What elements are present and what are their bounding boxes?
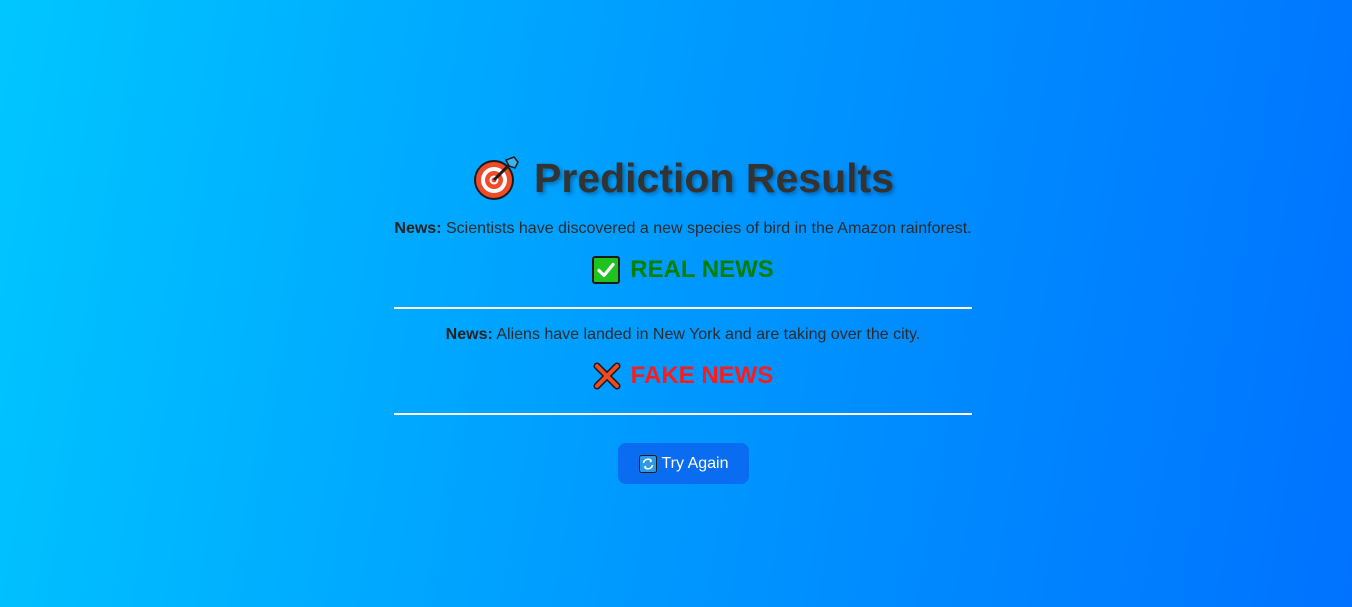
result-item: News: Aliens have landed in New York and… (394, 325, 972, 415)
divider (394, 307, 972, 309)
news-text: Aliens have landed in New York and are t… (492, 326, 921, 343)
cross-mark-icon (593, 362, 621, 390)
actions: Try Again (394, 443, 972, 484)
verdict-real: REAL NEWS (394, 255, 972, 285)
news-text: Scientists have discovered a new species… (441, 220, 972, 237)
verdict-label: REAL NEWS (630, 256, 774, 283)
news-label: News: (394, 220, 442, 237)
news-line: News: Aliens have landed in New York and… (394, 325, 972, 345)
result-item: News: Scientists have discovered a new s… (394, 219, 972, 309)
target-icon (472, 154, 520, 202)
news-line: News: Scientists have discovered a new s… (394, 219, 972, 239)
try-again-label: Try Again (661, 454, 729, 472)
refresh-icon (638, 454, 657, 473)
verdict-fake: FAKE NEWS (394, 361, 972, 391)
page-title: Prediction Results (534, 155, 894, 201)
verdict-label: FAKE NEWS (630, 362, 774, 389)
try-again-button[interactable]: Try Again (617, 443, 749, 484)
divider (394, 413, 972, 415)
check-mark-icon (592, 256, 621, 284)
title-row: Prediction Results (394, 148, 972, 208)
results-panel: Prediction Results News: Scientists have… (394, 148, 972, 484)
news-label: News: (445, 326, 493, 343)
